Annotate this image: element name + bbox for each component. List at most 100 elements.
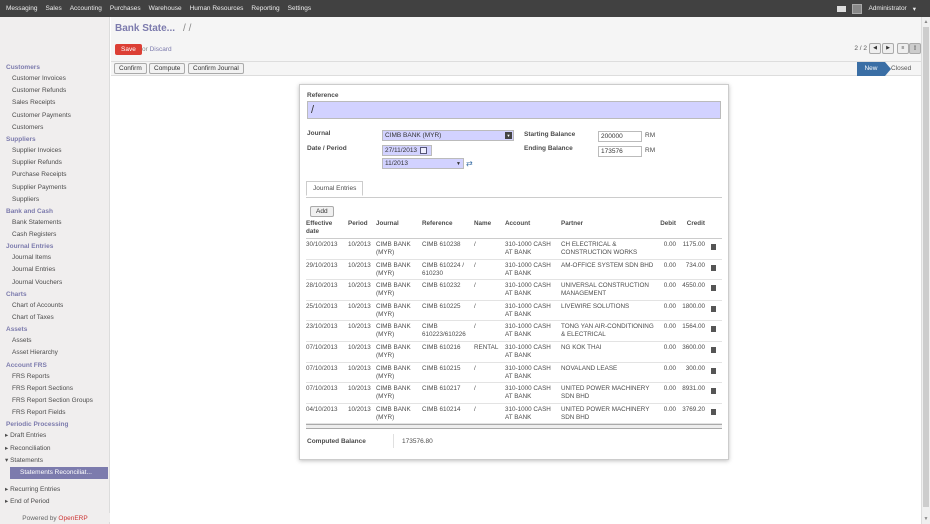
table-row[interactable]: 30/10/2013 10/2013 CIMB BANK (MYR) CIMB 610… — [306, 239, 722, 260]
trash-icon[interactable] — [711, 326, 716, 333]
sidebar-item-frs-reports[interactable]: FRS Reports — [0, 371, 109, 383]
sidebar-item-supplier-invoices[interactable]: Supplier Invoices — [0, 145, 109, 157]
sidebar-item-suppliers[interactable]: Suppliers — [0, 194, 109, 206]
mail-icon[interactable] — [837, 5, 847, 12]
table-row[interactable]: 25/10/2013 10/2013 CIMB BANK (MYR) CIMB 610… — [306, 301, 722, 322]
form-view-button[interactable]: ▯ — [909, 43, 921, 54]
openerp-link[interactable]: OpenERP — [58, 515, 87, 522]
table-cell: LIVEWIRE SOLUTIONS — [561, 302, 630, 310]
avatar[interactable] — [852, 3, 863, 14]
compute-button[interactable]: Compute — [149, 63, 186, 74]
sidebar-item-frs-report-section-groups[interactable]: FRS Report Section Groups — [0, 395, 109, 407]
scroll-up-icon[interactable]: ▲ — [923, 19, 929, 25]
table-cell: 8931.00 — [682, 385, 705, 393]
scroll-down-icon[interactable]: ▼ — [923, 516, 929, 522]
sidebar-item-statements[interactable]: ▾ Statements — [0, 455, 109, 467]
trash-icon[interactable] — [711, 264, 716, 271]
add-line-button[interactable]: Add — [310, 206, 334, 217]
sidebar-item-draft-entries[interactable]: ▸ Draft Entries — [0, 430, 109, 442]
sidebar-item-customer-invoices[interactable]: Customer Invoices — [0, 73, 109, 85]
trash-icon[interactable] — [711, 305, 716, 312]
column-header[interactable]: Account — [505, 220, 559, 228]
sidebar-item-customer-refunds[interactable]: Customer Refunds — [0, 85, 109, 97]
trash-icon[interactable] — [711, 285, 716, 292]
sidebar-item-statements-reconciliation[interactable]: Statements Reconciliat... — [10, 466, 108, 480]
page-scrollbar[interactable]: ▲ ▼ — [921, 17, 930, 524]
menu-item-warehouse[interactable]: Warehouse — [145, 5, 186, 12]
table-row[interactable]: 28/10/2013 10/2013 CIMB BANK (MYR) CIMB 610… — [306, 280, 722, 301]
menu-item-sales[interactable]: Sales — [41, 5, 65, 12]
sidebar-item-chart-of-taxes[interactable]: Chart of Taxes — [0, 312, 109, 324]
breadcrumb[interactable]: Bank State... / / — [115, 23, 191, 34]
dropdown-arrow-icon[interactable]: ▼ — [505, 132, 512, 139]
column-header[interactable]: Reference — [422, 220, 472, 228]
trash-icon[interactable] — [711, 367, 716, 374]
column-header[interactable]: Credit — [679, 220, 705, 228]
table-row[interactable]: 04/10/2013 10/2013 CIMB BANK (MYR) CIMB 610… — [306, 404, 722, 425]
menu-item-messaging[interactable]: Messaging — [2, 5, 41, 12]
sidebar-item-label: Reconciliation — [10, 444, 51, 452]
chevron-down-icon[interactable]: ▾ — [913, 5, 916, 13]
currency-label: RM — [645, 147, 656, 154]
sidebar-item-reconciliation[interactable]: ▸ Reconciliation — [0, 443, 109, 455]
sidebar-item-purchase-receipts[interactable]: Purchase Receipts — [0, 169, 109, 181]
calendar-icon[interactable] — [420, 147, 427, 154]
sidebar-item-bank-statements[interactable]: Bank Statements — [0, 217, 109, 229]
sidebar-item-recurring-entries[interactable]: ▸ Recurring Entries — [0, 484, 109, 496]
table-row[interactable]: 07/10/2013 10/2013 CIMB BANK (MYR) CIMB 610… — [306, 383, 722, 404]
list-view-button[interactable]: ≡ — [897, 43, 909, 54]
table-row[interactable]: 07/10/2013 10/2013 CIMB BANK (MYR) CIMB 610… — [306, 342, 722, 363]
scroll-thumb[interactable] — [923, 27, 929, 507]
reference-input[interactable]: / — [307, 101, 721, 119]
table-row[interactable]: 23/10/2013 10/2013 CIMB BANK (MYR) CIMB 610… — [306, 321, 722, 342]
sidebar-item-customers[interactable]: Customers — [0, 122, 109, 134]
discard-link[interactable]: Discard — [150, 46, 172, 53]
sidebar-item-assets[interactable]: Assets — [0, 335, 109, 347]
external-link-icon[interactable]: ⇄ — [466, 159, 473, 168]
sidebar-item-journal-items[interactable]: Journal Items — [0, 252, 109, 264]
sidebar-item-customer-payments[interactable]: Customer Payments — [0, 110, 109, 122]
sidebar-item-sales-receipts[interactable]: Sales Receipts — [0, 97, 109, 109]
confirm-journal-button[interactable]: Confirm Journal — [188, 63, 244, 74]
sidebar-item-supplier-payments[interactable]: Supplier Payments — [0, 182, 109, 194]
column-header[interactable]: Period — [348, 220, 374, 228]
menu-item-reporting[interactable]: Reporting — [247, 5, 283, 12]
sidebar-item-chart-of-accounts[interactable]: Chart of Accounts — [0, 300, 109, 312]
sidebar-item-journal-vouchers[interactable]: Journal Vouchers — [0, 277, 109, 289]
trash-icon[interactable] — [711, 244, 716, 250]
sidebar-item-frs-report-sections[interactable]: FRS Report Sections — [0, 383, 109, 395]
dropdown-arrow-icon[interactable]: ▼ — [456, 159, 461, 169]
sidebar-item-cash-registers[interactable]: Cash Registers — [0, 229, 109, 241]
menu-item-human-resources[interactable]: Human Resources — [186, 5, 248, 12]
column-header[interactable]: Effective date — [306, 220, 346, 236]
journal-select[interactable]: CIMB BANK (MYR) ▼ — [382, 130, 514, 141]
column-header[interactable]: Name — [474, 220, 502, 228]
table-row[interactable]: 07/10/2013 10/2013 CIMB BANK (MYR) CIMB 610… — [306, 363, 722, 384]
confirm-button[interactable]: Confirm — [114, 63, 147, 74]
column-header[interactable]: Partner — [561, 220, 655, 228]
trash-icon[interactable] — [711, 408, 716, 415]
menu-item-settings[interactable]: Settings — [284, 5, 316, 12]
tab-journal-entries[interactable]: Journal Entries — [306, 181, 364, 196]
previous-record-button[interactable]: ◀ — [869, 43, 881, 54]
sidebar-item-end-of-period[interactable]: ▸ End of Period — [0, 496, 109, 508]
sidebar-item-frs-report-fields[interactable]: FRS Report Fields — [0, 407, 109, 419]
starting-balance-input[interactable]: 200000 — [598, 131, 642, 142]
column-header[interactable]: Journal — [376, 220, 420, 228]
trash-icon[interactable] — [711, 346, 716, 353]
sidebar-item-journal-entries[interactable]: Journal Entries — [0, 264, 109, 276]
trash-icon[interactable] — [711, 388, 716, 395]
menu-item-accounting[interactable]: Accounting — [66, 5, 106, 12]
sidebar-item-supplier-refunds[interactable]: Supplier Refunds — [0, 157, 109, 169]
sidebar-item-asset-hierarchy[interactable]: Asset Hierarchy — [0, 347, 109, 359]
table-cell: 300.00 — [685, 364, 705, 372]
ending-balance-input[interactable]: 173576 — [598, 146, 642, 157]
user-menu[interactable]: Administrator — [868, 5, 906, 12]
save-button[interactable]: Save — [115, 44, 142, 55]
sidebar: Customers Customer Invoices Customer Refun… — [0, 17, 110, 524]
column-header[interactable]: Debit — [658, 220, 676, 228]
table-row[interactable]: 29/10/2013 10/2013 CIMB BANK (MYR) CIMB 610… — [306, 260, 722, 281]
menu-item-purchases[interactable]: Purchases — [106, 5, 145, 12]
period-select[interactable]: 11/2013 ▼ — [382, 158, 464, 169]
next-record-button[interactable]: ▶ — [882, 43, 894, 54]
